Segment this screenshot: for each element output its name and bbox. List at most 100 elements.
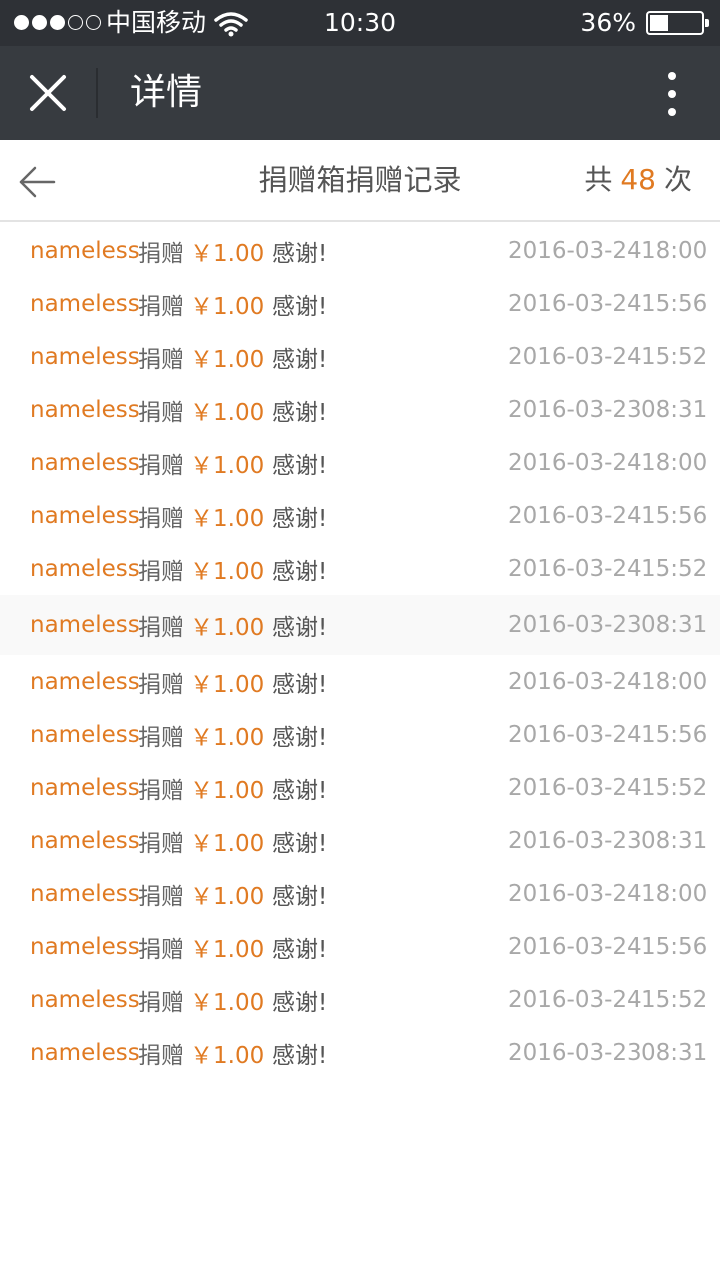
thanks-text: 感谢! xyxy=(272,615,328,641)
thanks-text: 感谢! xyxy=(272,558,328,585)
donation-date: 2016-03-24 xyxy=(508,721,642,748)
donor-name: nameless xyxy=(30,880,140,907)
list-item[interactable]: nameless 捐赠 ￥1.00 感谢! 2016-03-24 15:52 xyxy=(0,330,720,383)
donation-time: 15:52 xyxy=(641,555,708,582)
donor-name: nameless xyxy=(30,827,140,854)
list-item[interactable]: nameless 捐赠 ￥1.00 感谢! 2016-03-24 15:56 xyxy=(0,277,720,330)
list-item[interactable]: nameless 捐赠 ￥1.00 感谢! 2016-03-23 08:31 xyxy=(0,383,720,436)
thanks-text: 感谢! xyxy=(272,671,328,698)
donation-date: 2016-03-23 xyxy=(508,396,642,423)
donation-date: 2016-03-24 xyxy=(508,449,642,476)
donation-verb: 捐赠 xyxy=(138,346,184,373)
nav-bar: 详情 xyxy=(0,46,720,140)
nav-divider xyxy=(96,68,98,118)
list-item[interactable]: nameless 捐赠 ￥1.00 感谢! 2016-03-24 15:52 xyxy=(0,542,720,595)
donation-time: 18:00 xyxy=(641,237,708,264)
donation-amount: ￥1.00 xyxy=(190,452,265,479)
donation-amount: ￥1.00 xyxy=(190,989,265,1016)
thanks-text: 感谢! xyxy=(272,724,328,751)
list-item[interactable]: nameless 捐赠 ￥1.00 感谢! 2016-03-24 18:00 xyxy=(0,655,720,708)
list-item[interactable]: nameless 捐赠 ￥1.00 感谢! 2016-03-24 18:00 xyxy=(0,436,720,489)
donation-time: 15:56 xyxy=(641,721,708,748)
donation-amount: ￥1.00 xyxy=(190,671,265,698)
donation-date: 2016-03-24 xyxy=(508,880,642,907)
donor-name: nameless xyxy=(30,555,140,582)
donation-time: 15:56 xyxy=(641,290,708,317)
list-item[interactable]: nameless 捐赠 ￥1.00 感谢! 2016-03-24 18:00 xyxy=(0,224,720,277)
list-item[interactable]: nameless 捐赠 ￥1.00 感谢! 2016-03-24 15:56 xyxy=(0,920,720,973)
donor-name: nameless xyxy=(30,668,140,695)
donor-name: nameless xyxy=(30,1039,140,1066)
donation-date: 2016-03-24 xyxy=(508,502,642,529)
battery-level xyxy=(650,15,668,31)
donor-name: nameless xyxy=(30,933,140,960)
list-item[interactable]: nameless 捐赠 ￥1.00 感谢! 2016-03-24 15:56 xyxy=(0,708,720,761)
donation-time: 15:56 xyxy=(641,933,708,960)
donation-verb: 捐赠 xyxy=(138,989,184,1016)
list-item[interactable]: nameless 捐赠 ￥1.00 感谢! 2016-03-23 08:31 xyxy=(0,595,720,655)
donation-amount: ￥1.00 xyxy=(190,724,265,751)
donation-date: 2016-03-24 xyxy=(508,555,642,582)
donation-amount: ￥1.00 xyxy=(190,615,265,641)
list-item[interactable]: nameless 捐赠 ￥1.00 感谢! 2016-03-23 08:31 xyxy=(0,814,720,867)
status-bar: 中国移动 10:30 36% xyxy=(0,0,720,46)
thanks-text: 感谢! xyxy=(272,452,328,479)
thanks-text: 感谢! xyxy=(272,293,328,320)
thanks-text: 感谢! xyxy=(272,240,328,267)
list-item[interactable]: nameless 捐赠 ￥1.00 感谢! 2016-03-24 18:00 xyxy=(0,867,720,920)
thanks-text: 感谢! xyxy=(272,936,328,963)
list-item[interactable]: nameless 捐赠 ￥1.00 感谢! 2016-03-24 15:52 xyxy=(0,761,720,814)
donation-verb: 捐赠 xyxy=(138,777,184,804)
donation-verb: 捐赠 xyxy=(138,830,184,857)
donor-name: nameless xyxy=(30,986,140,1013)
records-header: 捐赠箱捐赠记录 共 48 次 xyxy=(0,140,720,222)
donation-date: 2016-03-24 xyxy=(508,774,642,801)
battery-percent: 36% xyxy=(580,8,636,37)
records-count: 共 48 次 xyxy=(584,160,692,200)
thanks-text: 感谢! xyxy=(272,399,328,426)
donation-verb: 捐赠 xyxy=(138,1042,184,1069)
thanks-text: 感谢! xyxy=(272,1042,328,1069)
donation-verb: 捐赠 xyxy=(138,240,184,267)
list-item[interactable]: nameless 捐赠 ￥1.00 感谢! 2016-03-24 15:52 xyxy=(0,973,720,1026)
donation-time: 08:31 xyxy=(641,827,708,854)
donation-list: nameless 捐赠 ￥1.00 感谢! 2016-03-24 18:00 nameles… xyxy=(0,224,720,1079)
donation-amount: ￥1.00 xyxy=(190,1042,265,1069)
donation-date: 2016-03-24 xyxy=(508,237,642,264)
battery-icon xyxy=(646,11,709,35)
donor-name: nameless xyxy=(30,774,140,801)
donation-verb: 捐赠 xyxy=(138,936,184,963)
donation-time: 18:00 xyxy=(641,668,708,695)
list-item[interactable]: nameless 捐赠 ￥1.00 感谢! 2016-03-24 15:56 xyxy=(0,489,720,542)
count-suffix: 次 xyxy=(663,163,692,196)
donation-verb: 捐赠 xyxy=(138,293,184,320)
donation-verb: 捐赠 xyxy=(138,452,184,479)
donation-date: 2016-03-23 xyxy=(508,612,642,638)
donation-time: 15:52 xyxy=(641,986,708,1013)
count-prefix: 共 xyxy=(584,163,613,196)
donation-time: 08:31 xyxy=(641,1039,708,1066)
thanks-text: 感谢! xyxy=(272,346,328,373)
donation-amount: ￥1.00 xyxy=(190,240,265,267)
page-title: 详情 xyxy=(130,72,203,113)
thanks-text: 感谢! xyxy=(272,830,328,857)
donor-name: nameless xyxy=(30,237,140,264)
donation-time: 08:31 xyxy=(641,612,708,638)
donation-amount: ￥1.00 xyxy=(190,830,265,857)
donation-amount: ￥1.00 xyxy=(190,346,265,373)
thanks-text: 感谢! xyxy=(272,505,328,532)
list-item[interactable]: nameless 捐赠 ￥1.00 感谢! 2016-03-23 08:31 xyxy=(0,1026,720,1079)
donation-date: 2016-03-24 xyxy=(508,290,642,317)
donation-verb: 捐赠 xyxy=(138,558,184,585)
donation-verb: 捐赠 xyxy=(138,505,184,532)
count-value: 48 xyxy=(620,163,656,196)
donor-name: nameless xyxy=(30,396,140,423)
donor-name: nameless xyxy=(30,343,140,370)
donation-verb: 捐赠 xyxy=(138,399,184,426)
donation-amount: ￥1.00 xyxy=(190,505,265,532)
donation-time: 15:52 xyxy=(641,343,708,370)
close-icon[interactable] xyxy=(24,69,72,117)
more-vertical-icon[interactable] xyxy=(660,70,684,118)
donation-time: 18:00 xyxy=(641,880,708,907)
donation-time: 08:31 xyxy=(641,396,708,423)
